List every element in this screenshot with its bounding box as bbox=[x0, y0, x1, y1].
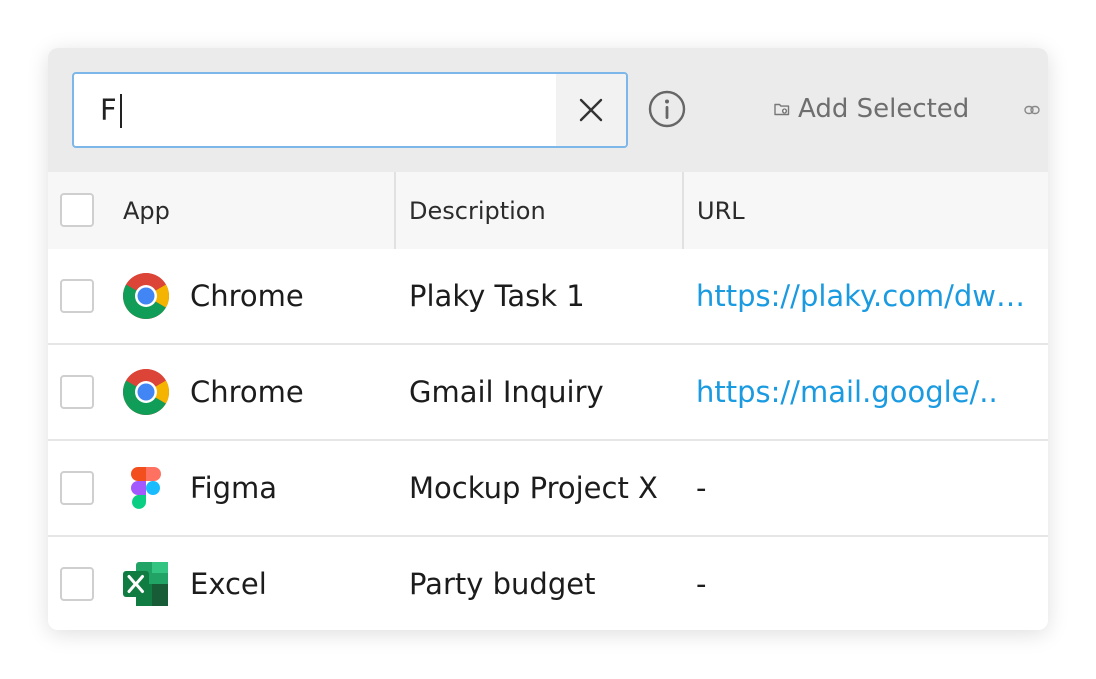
column-divider[interactable] bbox=[682, 172, 684, 249]
app-name: Excel bbox=[190, 567, 267, 601]
url-cell: - bbox=[696, 567, 707, 601]
folder-add-icon bbox=[774, 103, 790, 116]
url-link[interactable]: https://plaky.com/dw… bbox=[696, 249, 1038, 343]
search-box bbox=[72, 72, 628, 148]
column-header-description[interactable]: Description bbox=[409, 172, 546, 249]
excel-icon bbox=[123, 562, 168, 606]
description-cell: Party budget bbox=[409, 567, 596, 601]
row-checkbox[interactable] bbox=[60, 567, 94, 601]
info-button[interactable] bbox=[648, 90, 686, 128]
add-selected-label: Add Selected bbox=[798, 94, 970, 124]
text-caret bbox=[120, 94, 122, 128]
row-checkbox[interactable] bbox=[60, 375, 94, 409]
link-icon bbox=[1024, 105, 1040, 115]
table-row[interactable]: Excel Party budget - bbox=[48, 537, 1048, 630]
table-row[interactable]: Chrome Gmail Inquiry https://mail.google… bbox=[48, 345, 1048, 441]
description-cell: Gmail Inquiry bbox=[409, 375, 604, 409]
url-link[interactable]: https://mail.google/.. bbox=[696, 345, 1038, 439]
table-row[interactable]: Figma Mockup Project X - bbox=[48, 441, 1048, 537]
column-header-url[interactable]: URL bbox=[697, 172, 745, 249]
table-header: App Description URL bbox=[48, 172, 1048, 249]
description-cell: Mockup Project X bbox=[409, 471, 658, 505]
app-name: Chrome bbox=[190, 279, 304, 313]
app-name: Figma bbox=[190, 471, 278, 505]
info-circle-icon bbox=[648, 90, 686, 128]
url-cell: - bbox=[696, 471, 707, 505]
search-input[interactable] bbox=[74, 74, 554, 146]
toolbar: Add Selected bbox=[48, 48, 1048, 172]
select-all-checkbox[interactable] bbox=[60, 193, 94, 227]
close-icon bbox=[579, 98, 603, 122]
row-checkbox[interactable] bbox=[60, 471, 94, 505]
chrome-icon bbox=[123, 369, 169, 415]
add-selected-button[interactable]: Add Selected bbox=[774, 90, 969, 128]
row-checkbox[interactable] bbox=[60, 279, 94, 313]
chrome-icon bbox=[123, 273, 169, 319]
clear-search-button[interactable] bbox=[556, 74, 626, 146]
figma-icon bbox=[131, 467, 161, 509]
table-row[interactable]: Chrome Plaky Task 1 https://plaky.com/dw… bbox=[48, 249, 1048, 345]
app-links-panel: Add Selected App Description URL Chro bbox=[48, 48, 1048, 630]
description-cell: Plaky Task 1 bbox=[409, 279, 585, 313]
copy-link-button[interactable] bbox=[1024, 100, 1044, 120]
column-header-app[interactable]: App bbox=[123, 172, 170, 249]
app-name: Chrome bbox=[190, 375, 304, 409]
column-divider[interactable] bbox=[394, 172, 396, 249]
